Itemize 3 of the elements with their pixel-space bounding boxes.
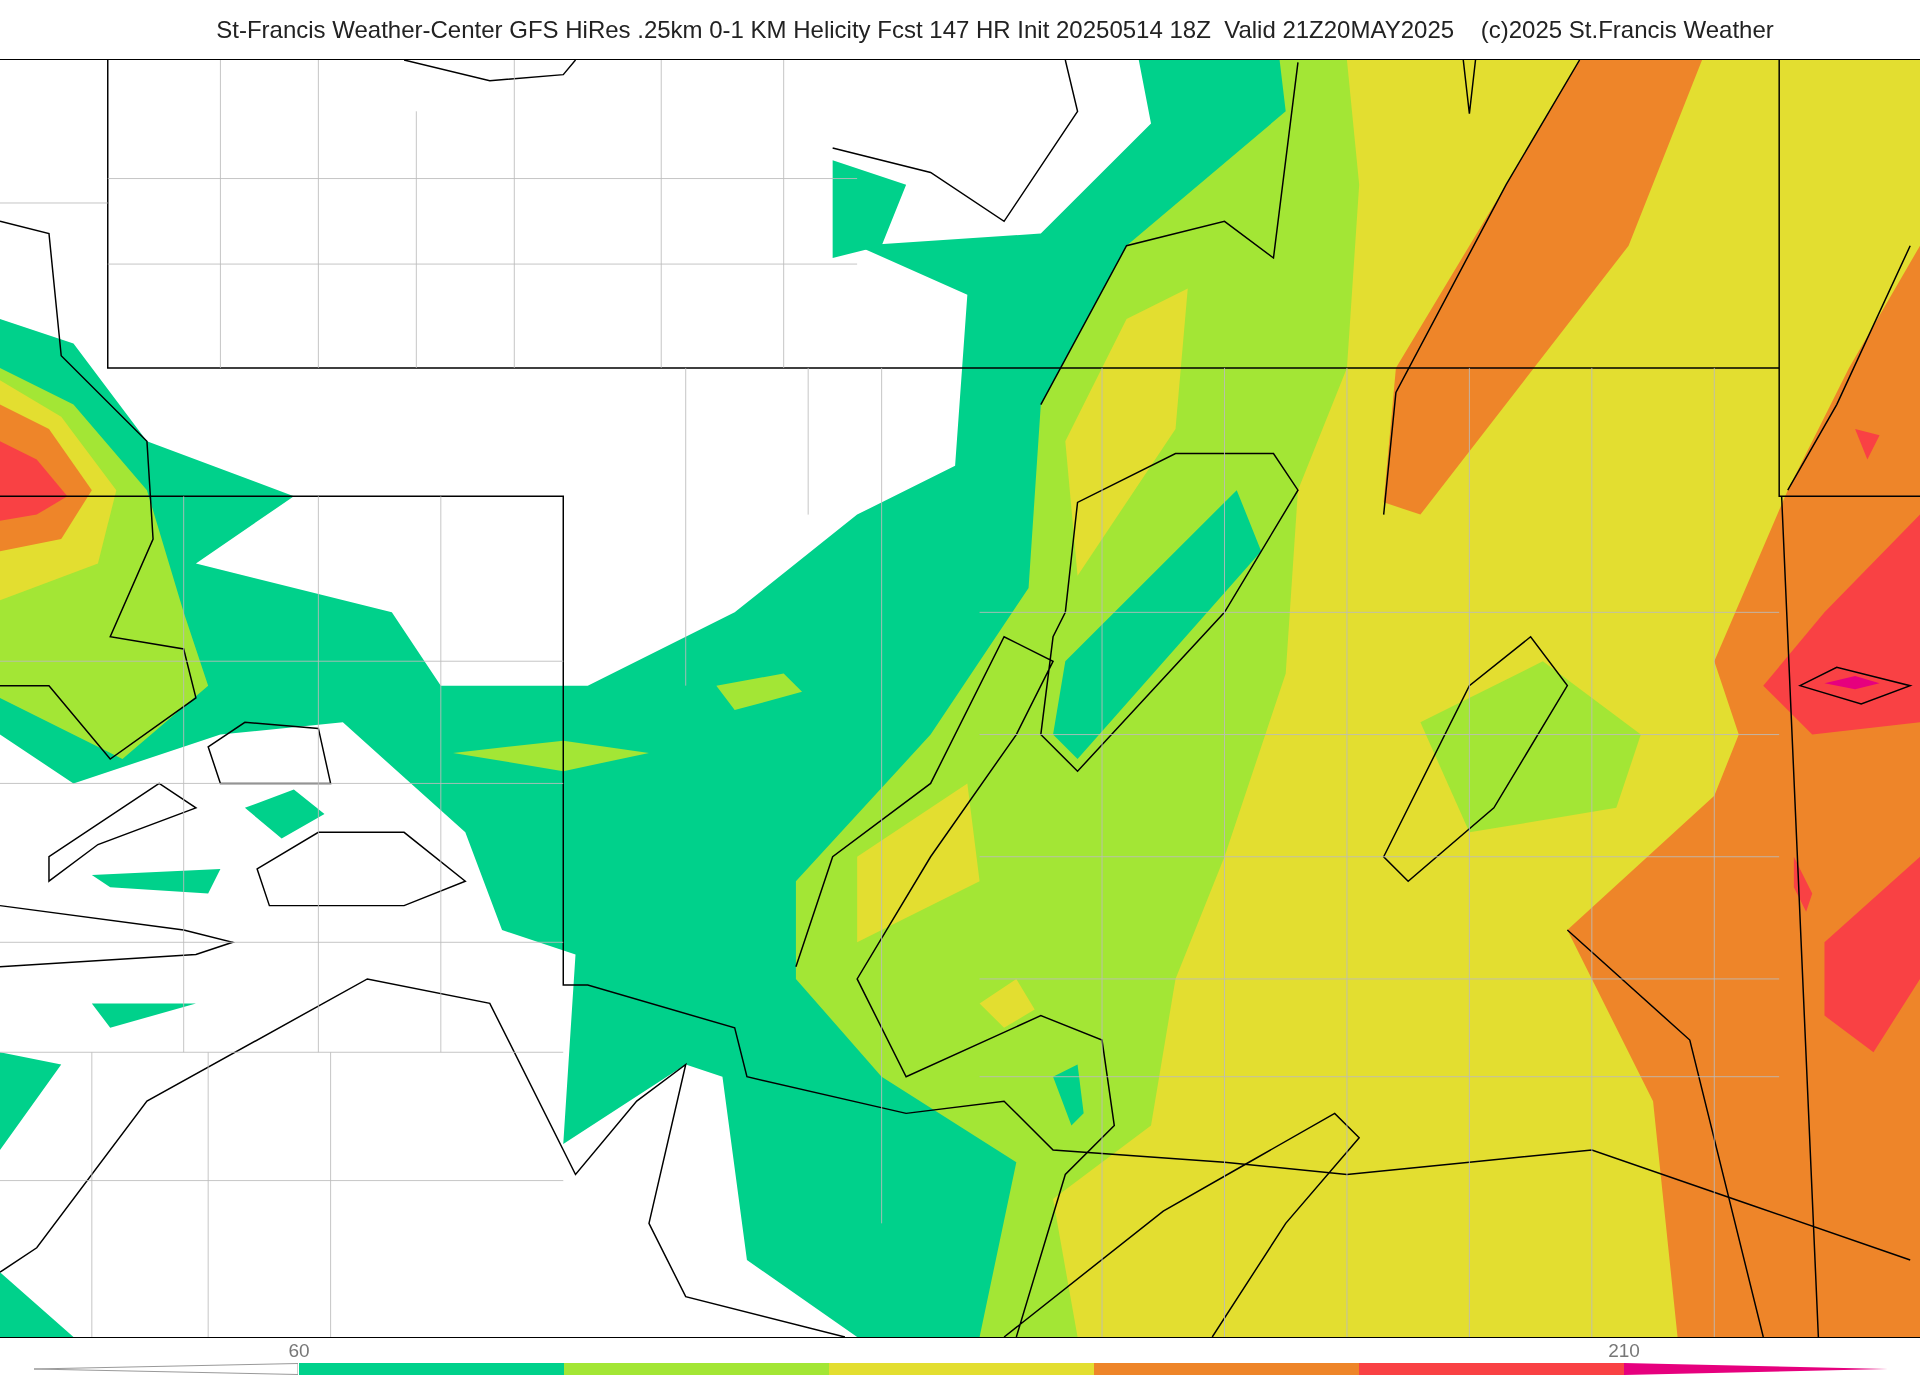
colorbar-label: 60 <box>288 1340 310 1362</box>
map-title: St-Francis Weather-Center GFS HiRes .25km 0-1 KM Helicity Fcst 147 HR Init 20250514 18Z Valid 21Z20MAY2025 (c)2025 St.Francis Weather <box>216 15 1774 44</box>
colorbar-label: 210 <box>1608 1340 1640 1362</box>
